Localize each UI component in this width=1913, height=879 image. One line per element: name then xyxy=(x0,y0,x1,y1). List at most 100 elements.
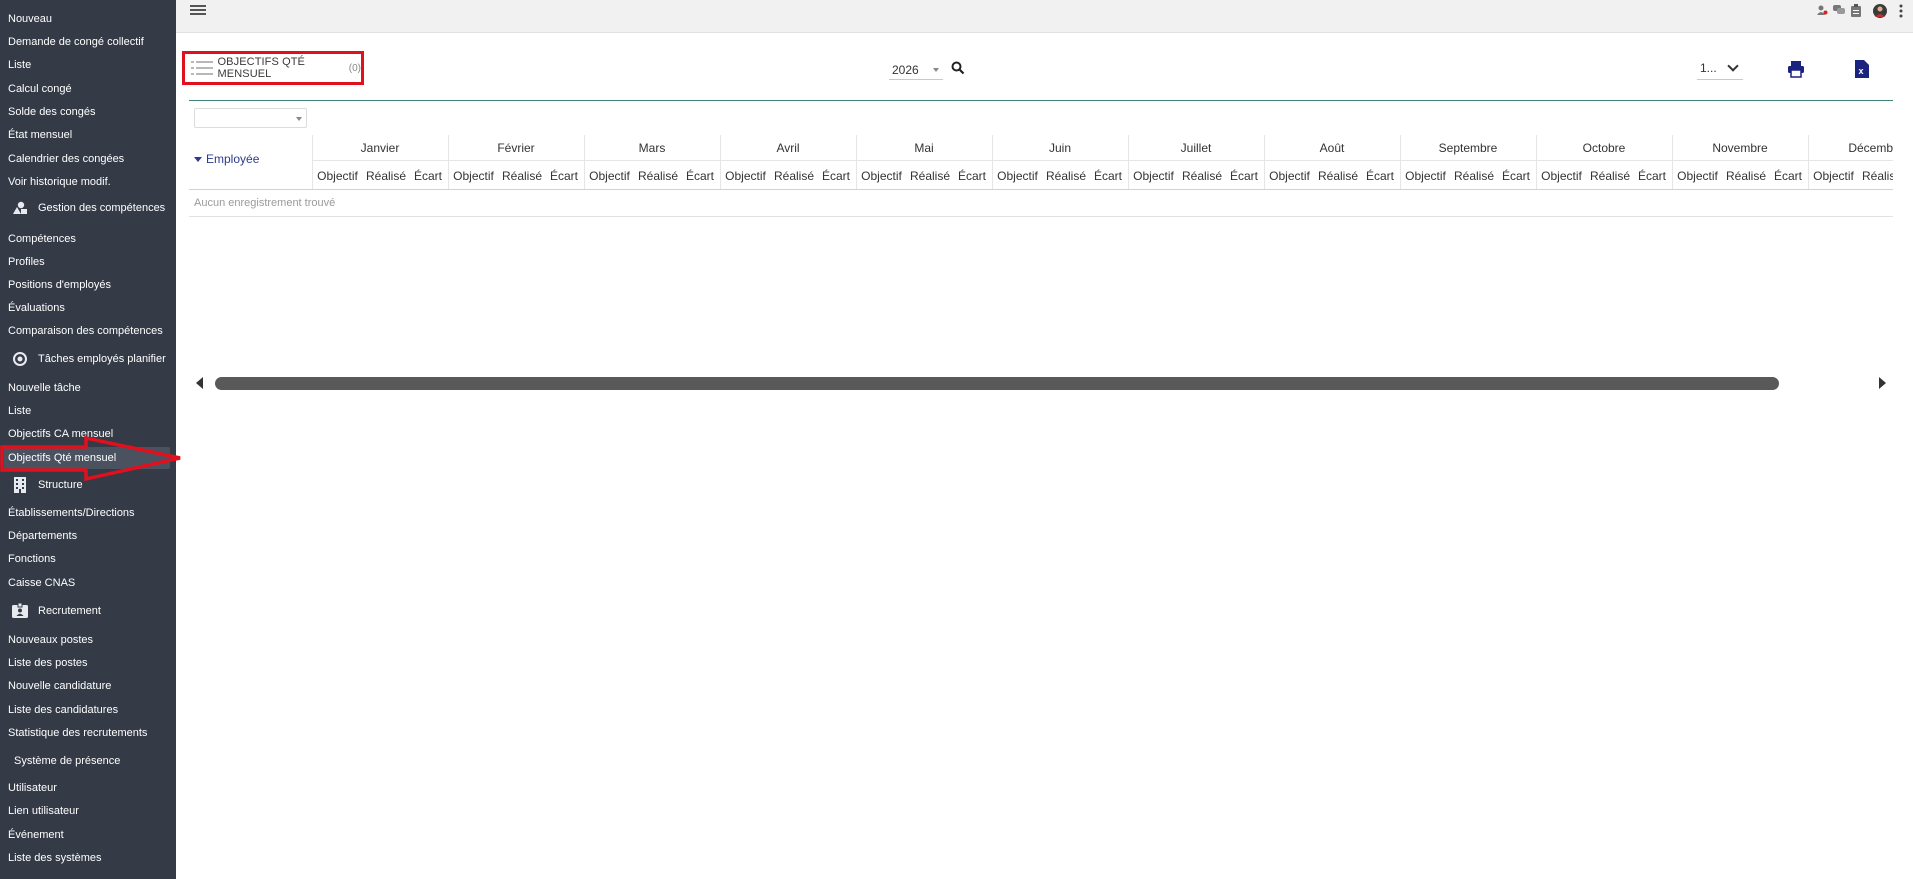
sidebar-item-label: Solde des congés xyxy=(8,106,96,118)
sidebar-item-nouveaux-postes[interactable]: Nouveaux postes xyxy=(0,629,176,651)
column-divider xyxy=(1128,135,1129,189)
horizontal-scrollbar[interactable] xyxy=(215,377,1779,390)
sidebar-item-label: Liste des postes xyxy=(8,657,88,669)
sidebar-item-caisse-cnas[interactable]: Caisse CNAS xyxy=(0,572,176,594)
sidebar-item-positions-d-employes[interactable]: Positions d'employés xyxy=(0,274,176,296)
more-vertical-icon[interactable] xyxy=(1898,4,1904,18)
subcolumn-header: Écart xyxy=(1093,169,1122,183)
subcolumn-header: Écart xyxy=(413,169,442,183)
sidebar-item-solde-des-conges[interactable]: Solde des congés xyxy=(0,101,176,123)
hamburger-menu-icon[interactable] xyxy=(190,3,206,19)
sidebar-item-competences[interactable]: Compétences xyxy=(0,228,176,250)
sidebar-item-evaluations[interactable]: Évaluations xyxy=(0,297,176,319)
scroll-left-icon[interactable] xyxy=(196,377,203,389)
row-divider xyxy=(189,216,1893,217)
sidebar-item-label: Calcul congé xyxy=(8,83,72,95)
sidebar-item-etablissements-directions[interactable]: Établissements/Directions xyxy=(0,502,176,524)
sidebar-item-liste-des-candidatures[interactable]: Liste des candidatures xyxy=(0,699,176,721)
sidebar-item-label: Utilisateur xyxy=(8,782,57,794)
sidebar-item-evenement[interactable]: Événement xyxy=(0,824,176,846)
chevron-down-icon xyxy=(1727,60,1739,72)
record-count: (0) xyxy=(348,62,361,74)
sidebar-item-statistique-des-recrutements[interactable]: Statistique des recrutements xyxy=(0,722,176,744)
sidebar-item-demande-de-conge-collectif[interactable]: Demande de congé collectif xyxy=(0,31,176,53)
subcolumn-header: Objectif xyxy=(589,169,630,183)
month-header: Février xyxy=(448,135,584,161)
sidebar-item-nouvelle-candidature[interactable]: Nouvelle candidature xyxy=(0,675,176,697)
month-header: Octobre xyxy=(1536,135,1672,161)
month-header: Septembre xyxy=(1400,135,1536,161)
subcolumn-header: Réalisé xyxy=(1317,169,1359,183)
filter-select[interactable] xyxy=(194,108,307,128)
subcolumn-header: Objectif xyxy=(861,169,902,183)
sidebar-item-profiles[interactable]: Profiles xyxy=(0,251,176,273)
sidebar-item-liste-des-postes[interactable]: Liste des postes xyxy=(0,652,176,674)
sidebar-item-label: Voir historique modif. xyxy=(8,176,111,188)
month-header: Mai xyxy=(856,135,992,161)
subcolumn-header: Écart xyxy=(1907,163,1913,189)
user-alert-icon[interactable] xyxy=(1816,4,1828,18)
sidebar-item-fonctions[interactable]: Fonctions xyxy=(0,548,176,570)
month-header: Décembre xyxy=(1808,135,1893,161)
sidebar-item-label: Gestion des compétences xyxy=(38,202,166,214)
subcolumn-header: Objectif xyxy=(1677,169,1718,183)
sidebar-section-systeme-de-presence[interactable]: Système de présence xyxy=(0,750,176,772)
month-header: Mars xyxy=(584,135,720,161)
sidebar-section-gestion-des-competences[interactable]: Gestion des compétences xyxy=(0,197,176,219)
subcolumn-header: Objectif xyxy=(725,169,766,183)
annotation-arrow xyxy=(0,435,181,482)
sidebar-item-label: Liste des candidatures xyxy=(8,704,119,716)
sidebar-item-calcul-conge[interactable]: Calcul congé xyxy=(0,78,176,100)
id-badge-icon xyxy=(12,602,28,619)
page-size-select[interactable]: 1... xyxy=(1697,58,1743,80)
sidebar-item-label: Événement xyxy=(8,829,64,841)
sidebar-item-label: Évaluations xyxy=(8,302,65,314)
year-select[interactable]: 2026 xyxy=(889,60,943,80)
subcolumn-header: Objectif xyxy=(1269,169,1310,183)
avatar-icon[interactable] xyxy=(1873,4,1887,18)
column-divider xyxy=(312,135,313,189)
target-icon xyxy=(12,351,28,367)
chat-icon[interactable] xyxy=(1833,4,1845,18)
sidebar-item-etat-mensuel[interactable]: État mensuel xyxy=(0,124,176,146)
sidebar-item-nouveau[interactable]: Nouveau xyxy=(0,8,176,30)
column-divider xyxy=(584,135,585,189)
scroll-right-icon[interactable] xyxy=(1879,377,1886,389)
print-icon[interactable] xyxy=(1787,60,1805,78)
sidebar-item-label: Comparaison des compétences xyxy=(8,325,163,337)
sidebar-item-liste[interactable]: Liste xyxy=(0,400,176,422)
header-divider xyxy=(189,189,1893,190)
subcolumn-header: Écart xyxy=(821,169,850,183)
column-divider xyxy=(1400,135,1401,189)
subcolumn-header: Réalisé xyxy=(1861,169,1903,183)
svg-text:x: x xyxy=(1859,66,1864,76)
month-header: Juin xyxy=(992,135,1128,161)
subcolumn-header: Réalisé xyxy=(1589,169,1631,183)
employee-column-header[interactable]: Employée xyxy=(194,152,259,166)
sidebar-item-nouvelle-tache[interactable]: Nouvelle tâche xyxy=(0,377,176,399)
search-icon[interactable] xyxy=(951,61,965,75)
sidebar-item-comparaison-des-competences[interactable]: Comparaison des compétences xyxy=(0,320,176,342)
sidebar-item-liste-des-systemes[interactable]: Liste des systèmes xyxy=(0,847,176,869)
sidebar-item-label: Calendrier des congées xyxy=(8,153,125,165)
sidebar-item-calendrier-des-congees[interactable]: Calendrier des congées xyxy=(0,148,176,170)
sidebar-item-voir-historique-modif[interactable]: Voir historique modif. xyxy=(0,171,176,193)
sidebar-item-label: Statistique des recrutements xyxy=(8,727,148,739)
sidebar-item-lien-utilisateur[interactable]: Lien utilisateur xyxy=(0,800,176,822)
clipboard-icon[interactable] xyxy=(1850,4,1862,18)
sidebar-item-utilisateur[interactable]: Utilisateur xyxy=(0,777,176,799)
column-divider xyxy=(992,135,993,189)
column-divider xyxy=(856,135,857,189)
excel-export-icon[interactable]: x xyxy=(1855,60,1871,78)
sidebar-section-taches-employes-planifier[interactable]: Tâches employés planifier xyxy=(0,348,176,370)
sidebar-section-recrutement[interactable]: Recrutement xyxy=(0,600,176,622)
page-size-value: 1... xyxy=(1700,61,1717,75)
column-divider xyxy=(1536,135,1537,189)
subcolumn-header: Réalisé xyxy=(773,169,815,183)
subcolumn-header: Écart xyxy=(685,169,714,183)
sidebar-item-departements[interactable]: Départements xyxy=(0,525,176,547)
subcolumn-header: Écart xyxy=(549,169,578,183)
sidebar-item-label: Départements xyxy=(8,530,78,542)
sidebar-item-liste[interactable]: Liste xyxy=(0,54,176,76)
subcolumn-header: Objectif xyxy=(317,169,358,183)
